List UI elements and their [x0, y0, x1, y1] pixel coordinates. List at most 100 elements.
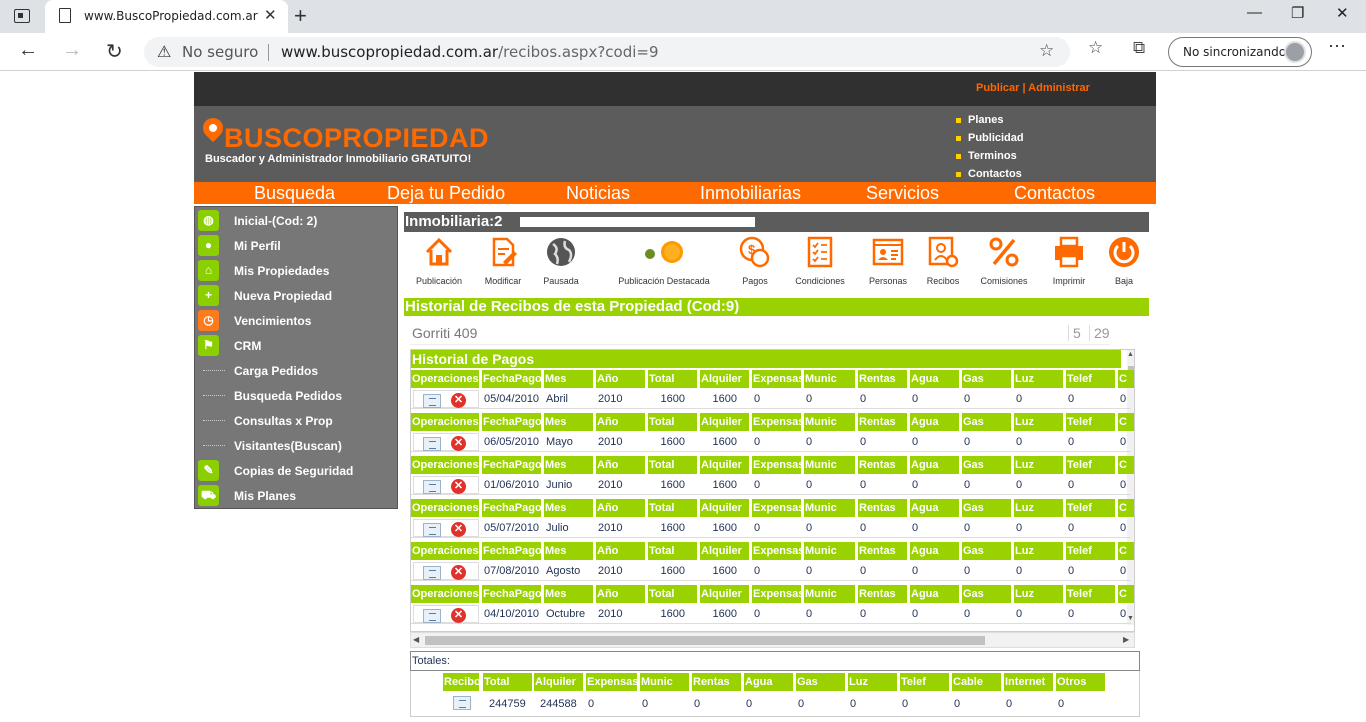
header-link-terminos[interactable]: Terminos	[956, 147, 1024, 165]
table-cell: 0	[1068, 479, 1075, 491]
delete-icon[interactable]: ✕	[451, 522, 466, 537]
publicar-administrar-link[interactable]: Publicar | Administrar	[976, 82, 1090, 94]
sidebar-item-nueva-propiedad[interactable]: + Nueva Propiedad	[195, 283, 399, 308]
scroll-left-icon[interactable]: ◀	[413, 635, 419, 644]
delete-icon[interactable]: ✕	[451, 479, 466, 494]
column-header: FechaPago	[482, 585, 543, 603]
header-link-planes[interactable]: Planes	[956, 111, 1024, 129]
horizontal-scrollbar[interactable]: ◀ ▶	[410, 632, 1135, 648]
delete-icon[interactable]: ✕	[451, 436, 466, 451]
payments-title: Historial de Pagos	[411, 350, 1121, 368]
column-header: Total	[648, 585, 699, 603]
operations-cell: ✕	[413, 519, 479, 537]
column-header: Agua	[910, 542, 961, 560]
view-receipt-icon[interactable]	[453, 696, 471, 710]
address-bar[interactable]: ⚠ No seguro www.buscopropiedad.com.ar/re…	[144, 37, 1070, 67]
nav-busqueda[interactable]: Busqueda	[254, 183, 335, 204]
header-link-publicidad[interactable]: Publicidad	[956, 129, 1024, 147]
scroll-up-icon[interactable]: ▲	[1127, 351, 1134, 358]
warning-icon[interactable]: ⚠	[157, 42, 171, 62]
view-receipt-icon[interactable]	[423, 566, 441, 580]
sidebar-item-crm[interactable]: ⚑ CRM	[195, 333, 399, 358]
site-logo[interactable]: BUSCOPROPIEDAD	[224, 123, 489, 154]
table-header-row: Operaciones FechaPago Mes Año Total Alquiler E…	[411, 370, 1134, 388]
header-link-contactos[interactable]: Contactos	[956, 165, 1024, 183]
payment-record: Operaciones FechaPago Mes Año Total Alquiler E…	[411, 499, 1134, 542]
forward-icon[interactable]: →	[62, 39, 82, 62]
delete-icon[interactable]: ✕	[451, 608, 466, 623]
minimize-icon[interactable]: —	[1247, 4, 1262, 21]
table-cell: 0	[1068, 608, 1075, 620]
url-text[interactable]: www.buscopropiedad.com.ar/recibos.aspx?c…	[281, 43, 659, 61]
column-header: Alquiler	[700, 370, 751, 388]
profile-button[interactable]: No sincronizando	[1168, 37, 1312, 67]
table-cell: 0	[1068, 436, 1075, 448]
sidebar-item-inicial[interactable]: ◍ Inicial-(Cod: 2)	[195, 208, 399, 233]
column-header: Munic	[804, 499, 857, 517]
view-receipt-icon[interactable]	[423, 609, 441, 623]
nav-contactos[interactable]: Contactos	[1014, 183, 1095, 204]
totals-column-header: Expensas	[586, 673, 639, 691]
totals-table: Recibo Total Alquiler Expensas Munic Rentas Ag…	[410, 671, 1140, 717]
totals-cell: 244588	[540, 698, 577, 710]
reload-icon[interactable]: ↻	[106, 39, 123, 64]
address-number-2: 29	[1089, 325, 1110, 341]
close-window-icon[interactable]: ✕	[1336, 4, 1349, 22]
table-cell: 0	[754, 522, 761, 534]
browser-tab[interactable]: www.BuscoPropiedad.com.ar ✕	[45, 0, 288, 33]
nav-inmobiliarias[interactable]: Inmobiliarias	[700, 183, 801, 204]
column-header: Munic	[804, 370, 857, 388]
sidebar-item-mis-propiedades[interactable]: ⌂ Mis Propiedades	[195, 258, 399, 283]
collections-icon[interactable]: ⧉	[1133, 38, 1145, 58]
nav-servicios[interactable]: Servicios	[866, 183, 939, 204]
view-receipt-icon[interactable]	[423, 523, 441, 537]
table-cell: 0	[912, 436, 919, 448]
table-row: ✕ 05/04/2010 Abril 2010 1600 1600 0 0 0 0 0 0 0 0	[411, 389, 1131, 409]
column-header: Munic	[804, 413, 857, 431]
table-cell: 0	[806, 436, 813, 448]
sidebar-item-visitantes[interactable]: Visitantes(Buscan)	[195, 433, 399, 458]
view-receipt-icon[interactable]	[423, 394, 441, 408]
avatar	[1284, 41, 1306, 63]
new-tab-icon[interactable]: +	[294, 3, 307, 29]
column-header: C	[1118, 499, 1134, 517]
table-cell: 0	[1016, 522, 1023, 534]
column-header: Operaciones	[411, 542, 481, 560]
table-cell: 0	[1016, 565, 1023, 577]
column-header: Gas	[962, 499, 1013, 517]
nav-noticias[interactable]: Noticias	[566, 183, 630, 204]
scroll-thumb[interactable]	[425, 636, 985, 645]
sidebar-item-mi-perfil[interactable]: ● Mi Perfil	[195, 233, 399, 258]
table-cell: 0	[964, 479, 971, 491]
sidebar-item-label: Mis Propiedades	[234, 264, 330, 278]
scroll-right-icon[interactable]: ▶	[1123, 635, 1129, 644]
sidebar-item-consultas-x-prop[interactable]: Consultas x Prop	[195, 408, 399, 433]
security-label[interactable]: No seguro	[182, 43, 258, 61]
table-header-row: Operaciones FechaPago Mes Año Total Alquiler E…	[411, 456, 1134, 474]
delete-icon[interactable]: ✕	[451, 393, 466, 408]
column-header: Munic	[804, 542, 857, 560]
sidebar-item-carga-pedidos[interactable]: Carga Pedidos	[195, 358, 399, 383]
nav-deja-tu-pedido[interactable]: Deja tu Pedido	[387, 183, 505, 204]
sidebar-item-copias-de-seguridad[interactable]: ✎ Copias de Seguridad	[195, 458, 399, 483]
view-receipt-icon[interactable]	[423, 480, 441, 494]
table-cell: 0	[912, 479, 919, 491]
payments-history-panel[interactable]: Historial de Pagos ▲ ▼ Operaciones FechaP…	[410, 349, 1135, 632]
sidebar-item-busqueda-pedidos[interactable]: Busqueda Pedidos	[195, 383, 399, 408]
restore-icon[interactable]: ❐	[1291, 4, 1304, 22]
tab-actions-icon[interactable]	[14, 9, 30, 23]
sidebar-item-mis-planes[interactable]: ⛟ Mis Planes	[195, 483, 399, 508]
main-nav: Busqueda Deja tu Pedido Noticias Inmobil…	[194, 182, 1156, 204]
view-receipt-icon[interactable]	[423, 437, 441, 451]
back-icon[interactable]: ←	[18, 39, 38, 62]
totals-cell: 0	[954, 698, 961, 710]
delete-icon[interactable]: ✕	[451, 565, 466, 580]
column-header: Año	[596, 542, 647, 560]
more-icon[interactable]: ⋯	[1328, 36, 1346, 57]
add-favorite-icon[interactable]: ☆	[1039, 41, 1054, 61]
close-tab-icon[interactable]: ✕	[264, 6, 277, 24]
favorites-icon[interactable]: ☆	[1088, 38, 1103, 58]
column-header: Año	[596, 499, 647, 517]
sidebar-item-vencimientos[interactable]: ◷ Vencimientos	[195, 308, 399, 333]
column-header: C	[1118, 542, 1134, 560]
